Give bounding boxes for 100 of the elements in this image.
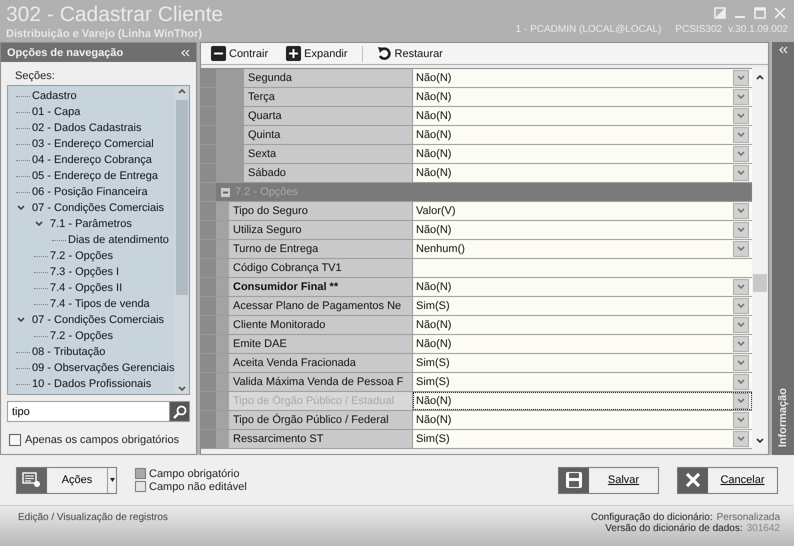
field-value[interactable]: Não(N) <box>413 88 752 106</box>
tree-item[interactable]: 7.2 - Opções <box>50 250 113 262</box>
restore-icon[interactable] <box>714 7 726 19</box>
tree-item[interactable]: 7.1 - Parâmetros <box>50 218 132 230</box>
field-value[interactable]: Não(N) <box>413 126 752 144</box>
tree-item[interactable]: 08 - Tributação <box>32 346 106 358</box>
dropdown-button[interactable] <box>733 355 749 371</box>
tree-item[interactable]: 02 - Dados Cadastrais <box>32 122 142 134</box>
search-field[interactable]: tipo <box>7 401 169 422</box>
actions-button[interactable]: Ações <box>16 466 117 494</box>
field-value[interactable]: Sim(S) <box>413 297 752 315</box>
toolbar-button[interactable]: Contrair <box>207 46 272 61</box>
field-value[interactable]: Não(N) <box>413 278 752 296</box>
field-value[interactable]: Não(N) <box>413 335 752 353</box>
dropdown-button[interactable] <box>733 317 749 333</box>
field-label: Aceita Venda Fracionada <box>229 354 413 372</box>
scroll-thumb[interactable] <box>176 100 188 295</box>
status-label: Configuração do dicionário: <box>590 512 713 523</box>
field-value[interactable]: Não(N) <box>413 221 752 239</box>
status-value: 301642 <box>746 523 780 534</box>
minus-icon <box>221 188 230 196</box>
dropdown-button[interactable] <box>733 108 749 124</box>
dropdown-button[interactable] <box>733 241 749 257</box>
field-label: Sábado <box>244 164 413 182</box>
legend-label: Campo obrigatório <box>149 468 240 480</box>
cancel-button[interactable]: Cancelar <box>677 466 778 494</box>
tree-item[interactable]: Cadastro <box>32 90 77 102</box>
field-label: Turno de Entrega <box>229 240 413 258</box>
dropdown-button[interactable] <box>733 336 749 352</box>
expand-panel-icon[interactable] <box>778 46 788 54</box>
field-value[interactable]: Sim(S) <box>413 430 752 448</box>
field-label: Cliente Monitorado <box>229 316 413 334</box>
checkbox[interactable] <box>9 434 21 446</box>
field-label: Terça <box>244 88 413 106</box>
dropdown-button[interactable] <box>733 89 749 105</box>
tree-item[interactable]: 04 - Endereço Cobrança <box>32 154 152 166</box>
field-label: Sexta <box>244 145 413 163</box>
toolbar-button[interactable]: Expandir <box>282 46 352 61</box>
dropdown-button[interactable] <box>733 146 749 162</box>
version-label: v.30.1.09.002 <box>728 24 788 35</box>
dropdown-button[interactable] <box>733 222 749 238</box>
tree-item[interactable]: 01 - Capa <box>32 106 80 118</box>
info-panel-title[interactable]: Informação <box>777 388 789 447</box>
field-value[interactable]: Não(N) <box>413 411 752 429</box>
plus-icon <box>286 46 302 61</box>
field-value[interactable]: Não(N) <box>413 316 752 334</box>
tree-item[interactable]: 07 - Condições Comerciais <box>32 202 164 214</box>
minus-icon <box>211 46 226 61</box>
tree-item[interactable]: 07 - Condições Comerciais <box>32 314 164 326</box>
collapse-panel-icon[interactable] <box>180 48 190 56</box>
dropdown-button[interactable] <box>733 374 749 390</box>
field-value[interactable] <box>413 259 752 277</box>
field-value[interactable]: Nenhum() <box>413 240 752 258</box>
tree-item[interactable]: 06 - Posição Financeira <box>32 186 148 198</box>
dropdown-button[interactable] <box>733 165 749 181</box>
search-button[interactable] <box>169 401 190 422</box>
scroll-up-icon <box>755 72 765 82</box>
tree-item[interactable]: 7.2 - Opções <box>50 330 113 342</box>
tree-item[interactable]: 7.3 - Opções I <box>50 266 120 278</box>
legend-label: Campo não editável <box>149 480 247 492</box>
field-label: Tipo de Órgão Público / Federal <box>229 411 413 429</box>
field-value[interactable]: Não(N) <box>413 145 752 163</box>
field-value[interactable]: Valor(V) <box>413 202 752 220</box>
scrollbar[interactable] <box>175 86 189 394</box>
field-value[interactable]: Não(N) <box>413 107 752 125</box>
dropdown-button[interactable] <box>733 431 749 447</box>
scroll-down-icon <box>755 436 765 446</box>
chevron-icon <box>16 315 26 325</box>
dropdown-button[interactable] <box>733 298 749 314</box>
tree-item[interactable]: Dias de atendimento <box>68 234 169 246</box>
dropdown-button[interactable] <box>733 412 749 428</box>
maximize-icon[interactable] <box>754 7 766 19</box>
field-value[interactable]: Não(N) <box>413 164 752 182</box>
dropdown-button[interactable] <box>733 203 749 219</box>
field-label: Emite DAE <box>229 335 413 353</box>
status-value: Personalizada <box>716 512 780 523</box>
legend-swatch <box>135 468 146 479</box>
dropdown-button[interactable] <box>733 70 749 86</box>
field-value[interactable]: Não(N) <box>413 69 752 87</box>
dropdown-button[interactable] <box>733 279 749 295</box>
dropdown-button[interactable] <box>733 127 749 143</box>
field-label: Valida Máxima Venda de Pessoa F <box>229 373 413 391</box>
tree-item[interactable]: 05 - Endereço de Entrega <box>32 170 158 182</box>
tree-item[interactable]: 09 - Observações Gerenciais <box>32 362 174 374</box>
field-value[interactable]: Sim(S) <box>413 373 752 391</box>
program-code: PCSIS302 <box>675 24 722 35</box>
tree-item[interactable]: 10 - Dados Profissionais <box>32 378 152 390</box>
close-icon <box>685 472 701 488</box>
tree-item[interactable]: 7.4 - Opções II <box>50 282 122 294</box>
close-icon[interactable] <box>774 7 786 19</box>
scroll-thumb[interactable] <box>753 274 767 292</box>
sections-label: Seções: <box>15 70 56 82</box>
undo-icon <box>376 46 392 61</box>
tree-item[interactable]: 03 - Endereço Comercial <box>32 138 154 150</box>
save-button[interactable]: Salvar <box>558 466 659 494</box>
field-label: Consumidor Final ** <box>229 278 413 296</box>
field-value[interactable]: Sim(S) <box>413 354 752 372</box>
toolbar-button[interactable]: Restaurar <box>372 46 447 61</box>
scroll-down-icon <box>177 384 187 394</box>
tree-item[interactable]: 7.4 - Tipos de venda <box>50 298 150 310</box>
